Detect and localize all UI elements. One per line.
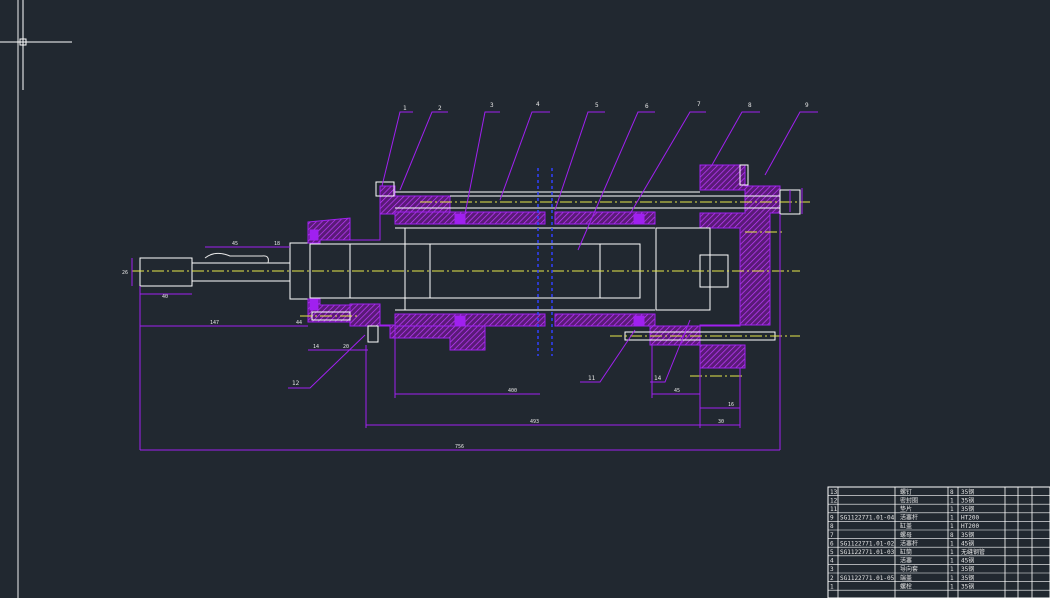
dim-44: 44: [296, 320, 302, 326]
bom-cell-no: 5: [830, 549, 834, 556]
dim-45b: 45: [674, 388, 680, 394]
dim-147: 147: [210, 320, 219, 326]
bom-cell-material: 35钢: [961, 505, 974, 513]
callout-4: 4: [536, 101, 540, 108]
rear-end-cap: [649, 164, 801, 369]
bom-cell-material: 35钢: [961, 574, 974, 582]
bom-cell-name: 密封圈: [900, 496, 918, 504]
bom-cell-material: 无缝钢管: [961, 548, 985, 556]
bom-cell-material: 35钢: [961, 496, 974, 504]
callout-14: 14: [654, 375, 662, 382]
callout-5: 5: [595, 102, 599, 109]
dim-40: 40: [162, 294, 168, 300]
bom-cell-name: 螺栓: [900, 582, 912, 590]
bom-cell-material: 35钢: [961, 531, 974, 539]
bom-rows: 13 螺钉 8 35钢12 密封圈 1 35钢11 垫片 1 35钢9 SG1122771.01-0…: [828, 488, 1050, 591]
bom-cell-name: 螺母: [900, 531, 912, 539]
bom-cell-qty: 1: [950, 583, 954, 590]
bom-cell-qty: 1: [950, 549, 954, 556]
bom-cell-name: 螺钉: [900, 488, 912, 496]
dim-14: 14: [313, 344, 319, 350]
cad-model-space[interactable]: 1 2 3 4 5 6 7 8 9 11 12 14 26 40 45 18 1…: [0, 0, 1050, 598]
bom-cell-qty: 1: [950, 523, 954, 530]
callout-8: 8: [748, 102, 752, 109]
bom-cell-no: 11: [830, 506, 838, 513]
bom-cell-no: 9: [830, 515, 834, 522]
bom-cell-qty: 8: [950, 489, 954, 496]
dim-20: 20: [343, 344, 349, 350]
dim-26: 26: [122, 270, 128, 276]
bom-cell-material: 35钢: [961, 565, 974, 573]
bom-cell-no: 3: [830, 566, 834, 573]
dim-493: 493: [530, 419, 539, 425]
callout-11: 11: [588, 375, 596, 382]
bom-cell-qty: 1: [950, 540, 954, 547]
bom-cell-code: SG1122771.01-02: [840, 540, 895, 547]
bom-cell-qty: 1: [950, 566, 954, 573]
bom-cell-qty: 1: [950, 497, 954, 504]
bom-cell-material: 45钢: [961, 539, 974, 547]
callout-1: 1: [403, 105, 407, 112]
bom-cell-material: 35钢: [961, 488, 974, 496]
bom-cell-qty: 1: [950, 575, 954, 582]
bill-of-materials-table[interactable]: 13 螺钉 8 35钢12 密封圈 1 35钢11 垫片 1 35钢9 SG1122771.01-0…: [827, 486, 1050, 598]
bom-cell-qty: 1: [950, 515, 954, 522]
bom-cell-name: 活塞: [900, 557, 912, 565]
bom-cell-no: 2: [830, 575, 834, 582]
bom-cell-no: 1: [830, 583, 834, 590]
bom-cell-name: 垫片: [900, 505, 912, 513]
dim-18: 18: [274, 241, 280, 247]
bom-cell-code: SG1122771.01-03: [840, 549, 895, 556]
bom-cell-code: SG1122771.01-04: [840, 515, 895, 522]
bom-cell-qty: 1: [950, 506, 954, 513]
bom-cell-material: 35钢: [961, 582, 974, 590]
bom-cell-code: SG1122771.01-05: [840, 575, 895, 582]
bom-cell-name: 端盖: [900, 574, 912, 582]
callout-3: 3: [490, 102, 494, 109]
dim-756: 756: [455, 444, 464, 450]
callout-7: 7: [697, 101, 701, 108]
callout-2: 2: [438, 105, 442, 112]
bom-cell-name: 活塞杆: [900, 539, 918, 547]
bom-cell-qty: 8: [950, 532, 954, 539]
bom-cell-name: 活塞杆: [900, 514, 918, 522]
bom-cell-no: 4: [830, 558, 834, 565]
crosshair-cursor-icon: [0, 0, 72, 90]
bom-cell-no: 8: [830, 523, 834, 530]
dim-45: 45: [232, 241, 238, 247]
bom-cell-no: 13: [830, 489, 838, 496]
dimension-labels: 26 40 45 18 147 44 14 20 400 45 16 493 3…: [122, 241, 734, 450]
bom-cell-qty: 1: [950, 558, 954, 565]
cylinder-barrel: [394, 191, 700, 327]
bom-cell-material: 45钢: [961, 557, 974, 565]
bom-cell-material: HT200: [961, 515, 979, 522]
callout-9: 9: [805, 102, 809, 109]
bom-cell-no: 6: [830, 540, 834, 547]
dim-400: 400: [508, 388, 517, 394]
bom-cell-no: 7: [830, 532, 834, 539]
bom-cell-name: 导向套: [900, 565, 918, 573]
rod-end: [139, 242, 311, 300]
bom-cell-no: 12: [830, 497, 838, 504]
callout-6: 6: [645, 103, 649, 110]
bom-cell-name: 缸筒: [900, 548, 912, 556]
bom-cell-material: HT200: [961, 523, 979, 530]
dim-16: 16: [728, 402, 734, 408]
dim-30: 30: [718, 419, 724, 425]
cylinder-assembly-drawing[interactable]: 1 2 3 4 5 6 7 8 9 11 12 14 26 40 45 18 1…: [122, 101, 818, 451]
callout-12: 12: [292, 380, 300, 387]
bom-cell-name: 缸盖: [900, 522, 912, 530]
